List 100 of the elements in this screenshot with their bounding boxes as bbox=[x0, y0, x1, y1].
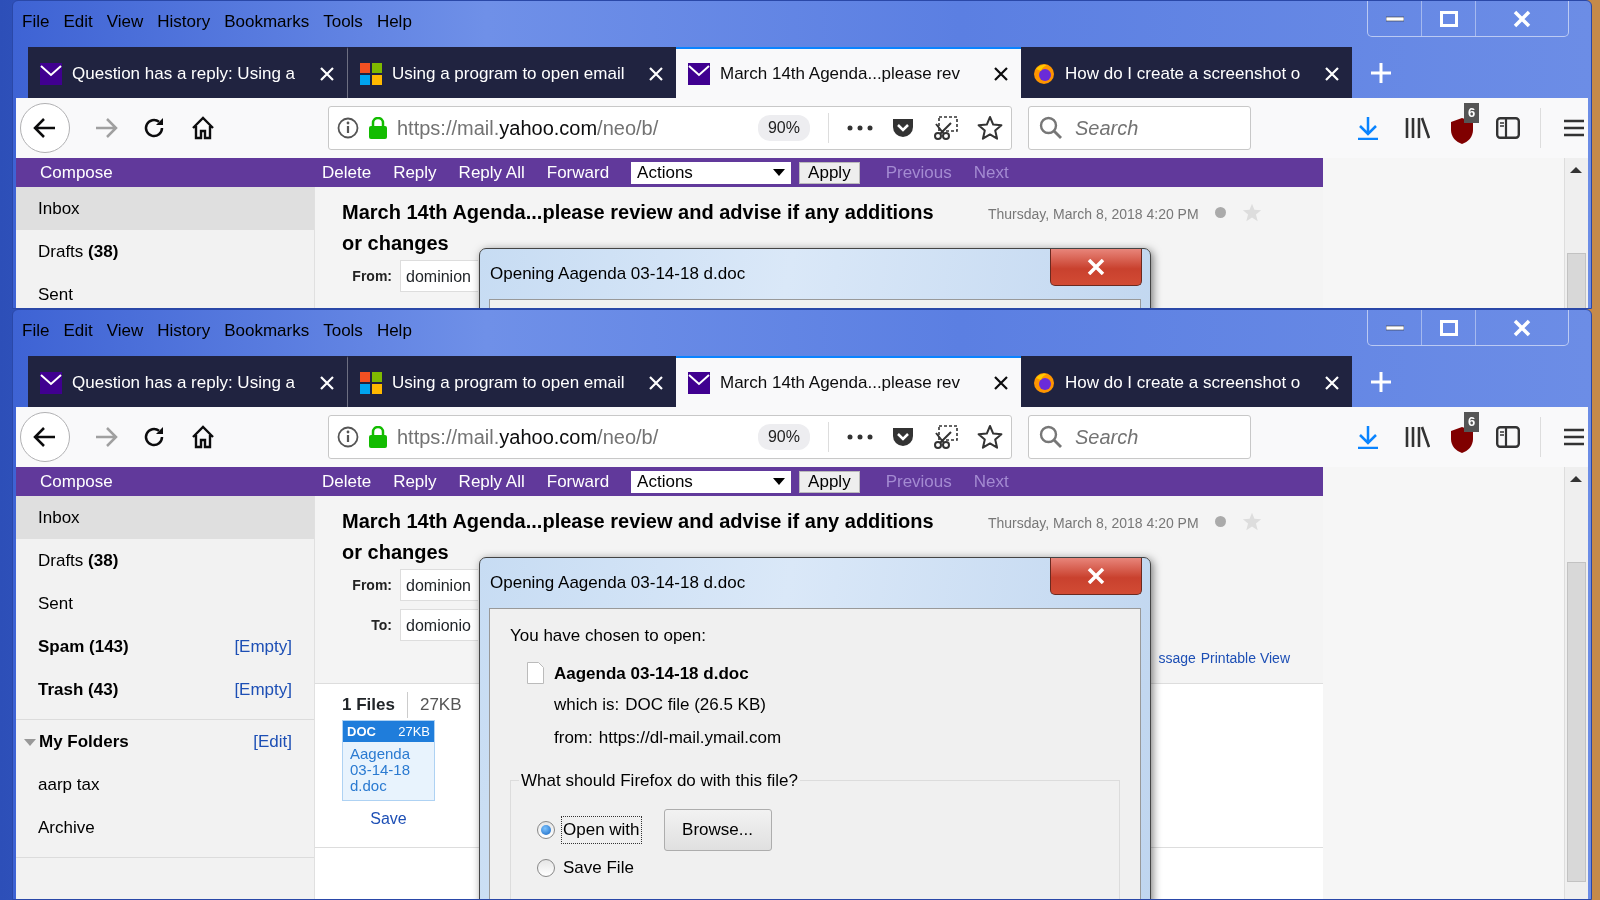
menu-icon[interactable] bbox=[1563, 428, 1585, 446]
menu-item[interactable]: Tools bbox=[323, 11, 363, 33]
radio-label[interactable]: Save File bbox=[561, 854, 636, 882]
library-icon[interactable] bbox=[1404, 117, 1430, 139]
empty-link[interactable]: [Empty] bbox=[234, 676, 292, 703]
toolbar-link[interactable]: Reply All bbox=[458, 159, 525, 186]
browse-button[interactable]: Browse... bbox=[663, 809, 772, 851]
menu-item[interactable]: Help bbox=[376, 320, 412, 342]
address-field[interactable]: dominion bbox=[400, 260, 478, 292]
edit-link[interactable]: [Edit] bbox=[253, 728, 292, 755]
reload-icon[interactable] bbox=[142, 425, 166, 449]
menu-icon[interactable] bbox=[1563, 119, 1585, 137]
apply-button[interactable]: Apply bbox=[799, 161, 860, 184]
scrollbar[interactable] bbox=[1564, 467, 1588, 899]
attachment-card[interactable]: DOC 27KB Aagenda 03-14-18 d.doc bbox=[342, 719, 435, 801]
browser-tab[interactable]: How do I create a screenshot o bbox=[1021, 47, 1352, 98]
star-icon[interactable] bbox=[977, 115, 1003, 141]
zoom-level[interactable]: 90% bbox=[757, 115, 810, 141]
folder-item[interactable]: Sent bbox=[16, 273, 314, 308]
browser-tab[interactable]: March 14th Agenda...please rev bbox=[676, 356, 1021, 407]
toolbar-link[interactable]: Delete bbox=[322, 159, 372, 186]
more-icon[interactable] bbox=[847, 125, 873, 131]
back-button[interactable] bbox=[20, 103, 70, 153]
toolbar-link[interactable]: Reply bbox=[393, 468, 437, 495]
home-icon[interactable] bbox=[190, 424, 216, 450]
back-button[interactable] bbox=[20, 412, 70, 462]
star-icon[interactable] bbox=[977, 424, 1003, 450]
file-name[interactable]: Aagenda 03-14-18 d.doc bbox=[343, 742, 434, 800]
compose-link[interactable]: Compose bbox=[40, 471, 113, 491]
menu-item[interactable]: Edit bbox=[63, 11, 93, 33]
browser-tab[interactable]: Using a program to open email bbox=[348, 356, 676, 407]
reload-icon[interactable] bbox=[142, 116, 166, 140]
more-icon[interactable] bbox=[847, 434, 873, 440]
radio-label[interactable]: Open with bbox=[561, 816, 642, 844]
menu-item[interactable]: Help bbox=[376, 11, 412, 33]
folder-item[interactable]: Sent bbox=[16, 582, 314, 625]
scroll-up-icon[interactable] bbox=[1570, 475, 1582, 483]
search-input[interactable]: Search bbox=[1073, 112, 1233, 144]
toolbar-link[interactable]: Reply All bbox=[458, 468, 525, 495]
toolbar-link[interactable]: Forward bbox=[546, 468, 610, 495]
folder-item[interactable]: Trash (43) [Empty] bbox=[16, 668, 314, 711]
menu-item[interactable]: Bookmarks bbox=[224, 320, 310, 342]
download-icon[interactable] bbox=[1357, 116, 1379, 140]
download-icon[interactable] bbox=[1357, 425, 1379, 449]
toolbar-link[interactable]: Forward bbox=[546, 159, 610, 186]
folder-item[interactable]: aarp tax bbox=[38, 771, 100, 798]
search-field[interactable]: Search bbox=[1028, 106, 1251, 150]
info-icon[interactable] bbox=[337, 117, 359, 139]
info-icon[interactable] bbox=[337, 426, 359, 448]
menu-item[interactable]: Bookmarks bbox=[224, 11, 310, 33]
menu-item[interactable]: Edit bbox=[63, 320, 93, 342]
folder-item[interactable]: Inbox bbox=[16, 187, 314, 230]
empty-link[interactable]: [Empty] bbox=[234, 633, 292, 660]
close-button[interactable] bbox=[1050, 249, 1142, 286]
actions-dropdown[interactable]: Actions bbox=[631, 161, 792, 184]
menu-item[interactable]: File bbox=[22, 11, 50, 33]
address-field[interactable]: dominion bbox=[400, 569, 478, 601]
radio-button[interactable] bbox=[537, 821, 555, 839]
zoom-level[interactable]: 90% bbox=[757, 424, 810, 450]
pocket-icon[interactable] bbox=[891, 426, 915, 448]
menu-item[interactable]: History bbox=[157, 320, 211, 342]
browser-tab[interactable]: March 14th Agenda...please rev bbox=[676, 47, 1021, 98]
browser-tab[interactable]: How do I create a screenshot o bbox=[1021, 356, 1352, 407]
toolbar-link[interactable]: Reply bbox=[393, 159, 437, 186]
close-button[interactable] bbox=[1050, 558, 1142, 595]
message-link[interactable]: ssage bbox=[1158, 648, 1196, 669]
search-input[interactable]: Search bbox=[1073, 421, 1233, 453]
new-tab-icon[interactable] bbox=[1370, 61, 1392, 84]
menu-item[interactable]: View bbox=[106, 320, 144, 342]
library-icon[interactable] bbox=[1404, 426, 1430, 448]
menu-item[interactable]: File bbox=[22, 320, 50, 342]
address-bar[interactable]: https://mail.yahoo.com/neo/b/ 90% bbox=[328, 415, 1012, 459]
sidebar-icon[interactable] bbox=[1496, 117, 1520, 139]
folder-item[interactable]: Spam (143) [Empty] bbox=[16, 625, 314, 668]
menu-item[interactable]: History bbox=[157, 11, 211, 33]
apply-button[interactable]: Apply bbox=[799, 470, 860, 493]
sidebar-icon[interactable] bbox=[1496, 426, 1520, 448]
close-icon[interactable] bbox=[993, 65, 1009, 82]
folder-item[interactable]: Archive bbox=[38, 814, 95, 841]
scissors-icon[interactable] bbox=[933, 115, 959, 141]
pocket-icon[interactable] bbox=[891, 117, 915, 139]
folder-item[interactable]: Drafts (38) bbox=[16, 230, 314, 273]
menu-item[interactable]: Tools bbox=[323, 320, 363, 342]
message-link[interactable]: Printable View bbox=[1200, 648, 1290, 669]
folder-item[interactable]: Inbox bbox=[16, 496, 314, 539]
address-field[interactable]: domionio bbox=[400, 609, 478, 641]
address-bar[interactable]: https://mail.yahoo.com/neo/b/ 90% bbox=[328, 106, 1012, 150]
toolbar-link[interactable]: Delete bbox=[322, 468, 372, 495]
home-icon[interactable] bbox=[190, 115, 216, 141]
scissors-icon[interactable] bbox=[933, 424, 959, 450]
menu-item[interactable]: View bbox=[106, 11, 144, 33]
new-tab-icon[interactable] bbox=[1370, 370, 1392, 393]
close-icon[interactable] bbox=[993, 374, 1009, 391]
browser-tab[interactable]: Using a program to open email bbox=[348, 47, 676, 98]
folder-item[interactable]: Drafts (38) bbox=[16, 539, 314, 582]
shield-icon[interactable] bbox=[1450, 426, 1474, 454]
shield-icon[interactable] bbox=[1450, 117, 1474, 145]
save-link[interactable]: Save bbox=[342, 807, 435, 831]
compose-link[interactable]: Compose bbox=[40, 162, 113, 182]
radio-button[interactable] bbox=[537, 859, 555, 877]
